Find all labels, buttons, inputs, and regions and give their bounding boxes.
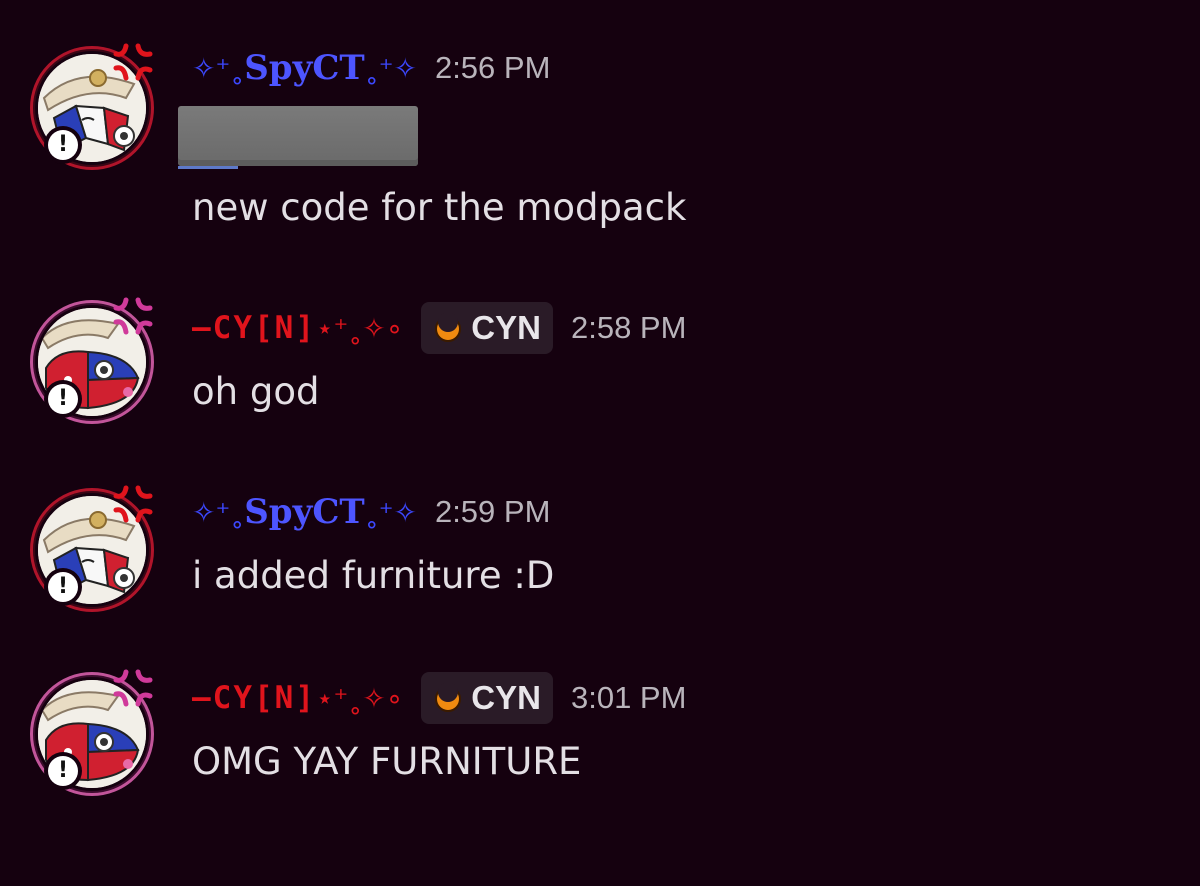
redacted-block xyxy=(178,106,418,169)
avatar[interactable]: ! xyxy=(26,668,158,800)
chat-message-list: ! ✧⁺˳ SpyCT ˳⁺✧ 2:56 PM new code for the… xyxy=(0,0,1200,886)
alert-icon: ! xyxy=(48,384,78,414)
username[interactable]: SpyCT xyxy=(244,492,364,532)
anger-mark-icon xyxy=(112,42,156,82)
avatar[interactable]: ! xyxy=(26,296,158,428)
username-decoration: ✧⁺˳ xyxy=(192,51,245,85)
message-header: —CY[N] ⋆⁺˳✧∘ CYN 2:58 PM xyxy=(192,302,686,354)
avatar[interactable]: ! xyxy=(26,42,158,174)
anger-mark-icon xyxy=(112,296,156,336)
anger-mark-icon xyxy=(112,668,156,708)
message-content: OMG YAY FURNITURE xyxy=(192,740,582,783)
moon-icon xyxy=(435,313,462,342)
status-badge: ! xyxy=(44,752,82,790)
message-header: ✧⁺˳ SpyCT ˳⁺✧ 2:59 PM xyxy=(192,492,550,532)
alert-icon: ! xyxy=(48,130,78,160)
redacted-edge xyxy=(178,166,238,169)
avatar[interactable]: ! xyxy=(26,484,158,616)
status-badge: ! xyxy=(44,568,82,606)
status-badge: ! xyxy=(44,126,82,164)
alert-icon: ! xyxy=(48,756,78,786)
username-decoration: ˳⁺✧ xyxy=(364,51,417,85)
message-content: i added furniture :D xyxy=(192,554,555,597)
server-tag-label: CYN xyxy=(471,309,541,346)
message-header: —CY[N] ⋆⁺˳✧∘ CYN 3:01 PM xyxy=(192,672,686,724)
username-decoration: ˳⁺✧ xyxy=(364,495,417,529)
server-tag-label: CYN xyxy=(471,679,541,716)
server-tag[interactable]: CYN xyxy=(421,302,553,354)
username[interactable]: —CY[N] xyxy=(192,680,316,716)
username[interactable]: —CY[N] xyxy=(192,310,316,346)
username-decoration: ✧⁺˳ xyxy=(192,495,245,529)
message-header: ✧⁺˳ SpyCT ˳⁺✧ 2:56 PM xyxy=(192,48,550,88)
timestamp[interactable]: 2:59 PM xyxy=(435,494,550,530)
timestamp[interactable]: 2:58 PM xyxy=(571,310,686,346)
timestamp[interactable]: 3:01 PM xyxy=(571,680,686,716)
message-content: new code for the modpack xyxy=(192,186,687,229)
status-badge: ! xyxy=(44,380,82,418)
server-tag[interactable]: CYN xyxy=(421,672,553,724)
alert-icon: ! xyxy=(48,572,78,602)
anger-mark-icon xyxy=(112,484,156,524)
username-decoration: ⋆⁺˳✧∘ xyxy=(315,311,404,345)
message-content: oh god xyxy=(192,370,320,413)
username-decoration: ⋆⁺˳✧∘ xyxy=(315,681,404,715)
moon-icon xyxy=(435,683,462,712)
timestamp[interactable]: 2:56 PM xyxy=(435,50,550,86)
username[interactable]: SpyCT xyxy=(244,48,364,88)
